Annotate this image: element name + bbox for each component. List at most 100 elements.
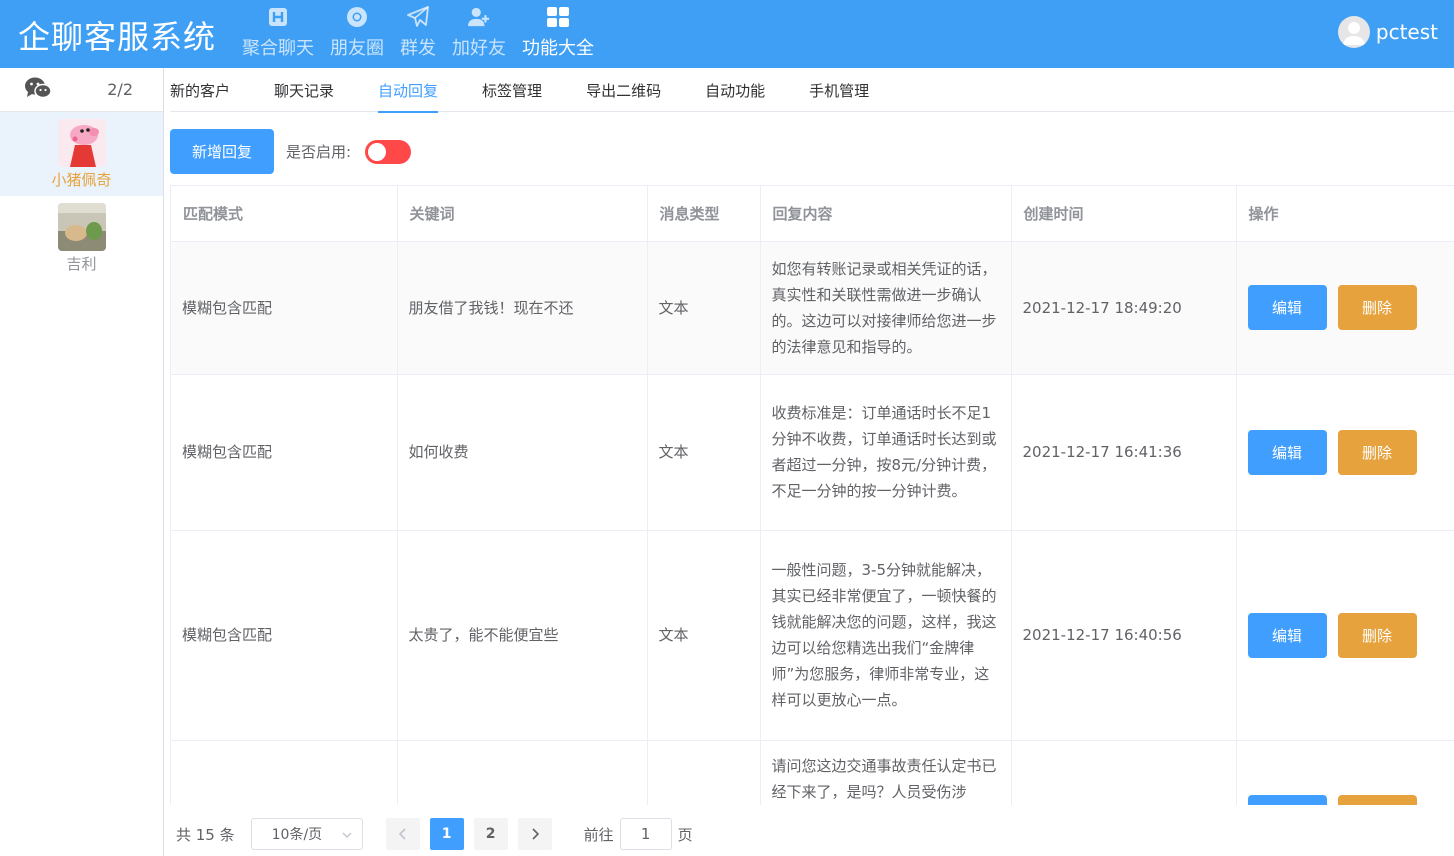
nav-item-chat[interactable]: 聚合聊天 bbox=[236, 6, 320, 60]
cell-actions: 编辑删除 bbox=[1236, 374, 1454, 531]
tab-export-qrcode[interactable]: 导出二维码 bbox=[586, 68, 661, 112]
contact-avatar bbox=[57, 118, 106, 167]
edit-button[interactable]: 编辑 bbox=[1247, 285, 1327, 330]
tab-auto-functions[interactable]: 自动功能 bbox=[705, 68, 765, 112]
photo-avatar-icon bbox=[57, 202, 106, 251]
cell-match-mode: 模糊包含匹配 bbox=[171, 374, 398, 531]
tab-chat-history[interactable]: 聊天记录 bbox=[274, 68, 334, 112]
add-reply-button[interactable]: 新增回复 bbox=[170, 129, 275, 174]
nav-label: 聚合聊天 bbox=[242, 38, 314, 59]
nav-item-broadcast[interactable]: 群发 bbox=[394, 6, 442, 60]
nav-label: 群发 bbox=[400, 38, 436, 59]
tab-new-customers[interactable]: 新的客户 bbox=[170, 68, 230, 112]
reply-table: 匹配模式 关键词 消息类型 回复内容 创建时间 操作 模糊包含匹配 朋友借了我钱… bbox=[170, 185, 1454, 805]
col-header-message-type: 消息类型 bbox=[647, 186, 761, 242]
tab-tag-management[interactable]: 标签管理 bbox=[482, 68, 542, 112]
page-number[interactable]: 2 bbox=[473, 818, 508, 850]
chrome-icon bbox=[346, 6, 368, 28]
paper-plane-icon bbox=[407, 6, 429, 28]
cell-created-time: 2021-12-17 16:41:36 bbox=[1011, 374, 1237, 531]
nav-label: 功能大全 bbox=[522, 38, 594, 59]
cell-message-type: 文本 bbox=[647, 241, 761, 375]
col-header-created-time: 创建时间 bbox=[1011, 186, 1237, 242]
app-title: 企聊客服系统 bbox=[18, 18, 217, 56]
col-header-reply-content: 回复内容 bbox=[760, 186, 1012, 242]
username: pctest bbox=[1375, 20, 1438, 44]
cell-actions: 编辑删除 bbox=[1236, 241, 1454, 375]
table-row: 请问您这边交通事故责任认定书已经下来了，是吗？人员受伤涉 编辑删除 bbox=[171, 740, 1454, 805]
nav-item-all-features[interactable]: 功能大全 bbox=[516, 6, 600, 60]
col-header-keyword: 关键词 bbox=[397, 186, 648, 242]
cell-keyword: 如何收费 bbox=[397, 374, 648, 531]
cell-actions: 编辑删除 bbox=[1236, 530, 1454, 741]
edit-button[interactable]: 编辑 bbox=[1247, 612, 1327, 658]
cell-created-time: 2021-12-17 16:40:56 bbox=[1011, 530, 1237, 741]
nav-item-moments[interactable]: 朋友圈 bbox=[324, 6, 390, 60]
nav-label: 朋友圈 bbox=[330, 38, 384, 59]
col-header-match-mode: 匹配模式 bbox=[171, 186, 398, 242]
page-size-value: 10条/页 bbox=[271, 827, 323, 843]
cell-keyword: 朋友借了我钱！现在不还 bbox=[397, 241, 648, 375]
user-menu[interactable]: pctest bbox=[1337, 16, 1438, 48]
prev-page-button[interactable] bbox=[385, 818, 420, 850]
contact-avatar bbox=[57, 202, 106, 251]
reply-toolbar: 新增回复 是否启用: bbox=[170, 129, 412, 174]
delete-button[interactable]: 删除 bbox=[1337, 794, 1417, 805]
cell-created-time bbox=[1011, 740, 1237, 805]
cell-keyword bbox=[397, 740, 648, 805]
page-number[interactable]: 1 bbox=[429, 818, 464, 850]
cell-reply-content: 如您有转账记录或相关凭证的话，真实性和关联性需做进一步确认的。这边可以对接律师给… bbox=[760, 241, 1012, 375]
top-header: 企聊客服系统 聚合聊天 朋友圈 群发 加好友 功能大全 pctest bbox=[0, 0, 1454, 68]
wechat-icon bbox=[24, 76, 52, 104]
page-size-select[interactable]: 10条/页 bbox=[250, 818, 363, 850]
table-header-row: 匹配模式 关键词 消息类型 回复内容 创建时间 操作 bbox=[171, 186, 1454, 242]
grid-icon bbox=[547, 6, 569, 28]
cell-created-time: 2021-12-17 18:49:20 bbox=[1011, 241, 1237, 375]
delete-button[interactable]: 删除 bbox=[1337, 612, 1417, 658]
peppa-pig-icon bbox=[57, 118, 106, 167]
col-header-actions: 操作 bbox=[1236, 186, 1454, 242]
edit-button[interactable]: 编辑 bbox=[1247, 429, 1327, 475]
cell-reply-content: 收费标准是：订单通话时长不足1分钟不收费，订单通话时长达到或者超过一分钟，按8元… bbox=[760, 374, 1012, 531]
goto-prefix: 前往 bbox=[583, 825, 614, 844]
cell-message-type: 文本 bbox=[647, 530, 761, 741]
goto-page-input[interactable]: 1 bbox=[619, 818, 672, 850]
tab-phone-management[interactable]: 手机管理 bbox=[809, 68, 869, 112]
cell-reply-content: 请问您这边交通事故责任认定书已经下来了，是吗？人员受伤涉 bbox=[760, 740, 1012, 805]
contact-name: 小猪佩奇 bbox=[51, 170, 112, 189]
chevron-down-icon bbox=[342, 826, 352, 842]
nav-label: 加好友 bbox=[452, 38, 506, 59]
user-icon bbox=[1342, 22, 1365, 45]
delete-button[interactable]: 删除 bbox=[1337, 429, 1417, 475]
chevron-left-icon bbox=[398, 828, 406, 840]
account-sidebar: 2/2 小猪佩奇 吉利 bbox=[0, 68, 164, 856]
feature-tabs: 新的客户 聊天记录 自动回复 标签管理 导出二维码 自动功能 手机管理 bbox=[170, 68, 1454, 113]
sidebar-header: 2/2 bbox=[0, 68, 163, 112]
avatar bbox=[1337, 16, 1370, 48]
total-count: 共 15 条 bbox=[176, 825, 235, 844]
cell-reply-content: 一般性问题，3-5分钟就能解决，其实已经非常便宜了，一顿快餐的钱就能解决您的问题… bbox=[760, 530, 1012, 741]
cell-actions: 编辑删除 bbox=[1236, 740, 1454, 805]
enable-label: 是否启用: bbox=[286, 143, 352, 161]
edit-button[interactable]: 编辑 bbox=[1247, 794, 1327, 805]
user-plus-icon bbox=[468, 6, 490, 28]
tab-auto-reply[interactable]: 自动回复 bbox=[378, 68, 439, 113]
cell-match-mode: 模糊包含匹配 bbox=[171, 530, 398, 741]
h-square-icon bbox=[267, 6, 289, 28]
contact-item[interactable]: 吉利 bbox=[0, 196, 163, 280]
contact-item[interactable]: 小猪佩奇 bbox=[0, 112, 163, 196]
table-row: 模糊包含匹配 如何收费 文本 收费标准是：订单通话时长不足1分钟不收费，订单通话… bbox=[171, 374, 1454, 531]
delete-button[interactable]: 删除 bbox=[1337, 285, 1417, 330]
account-count: 2/2 bbox=[107, 80, 133, 99]
cell-match-mode bbox=[171, 740, 398, 805]
cell-message-type: 文本 bbox=[647, 374, 761, 531]
goto-suffix: 页 bbox=[677, 825, 693, 844]
cell-match-mode: 模糊包含匹配 bbox=[171, 241, 398, 375]
contact-name: 吉利 bbox=[66, 254, 97, 273]
nav-item-add-friend[interactable]: 加好友 bbox=[446, 6, 512, 60]
enable-toggle[interactable] bbox=[365, 139, 412, 164]
next-page-button[interactable] bbox=[517, 818, 552, 850]
table-row: 模糊包含匹配 朋友借了我钱！现在不还 文本 如您有转账记录或相关凭证的话，真实性… bbox=[171, 241, 1454, 375]
pagination: 共 15 条 10条/页 1 2 前往 1 页 bbox=[176, 816, 693, 852]
table-row: 模糊包含匹配 太贵了，能不能便宜些 文本 一般性问题，3-5分钟就能解决，其实已… bbox=[171, 530, 1454, 741]
